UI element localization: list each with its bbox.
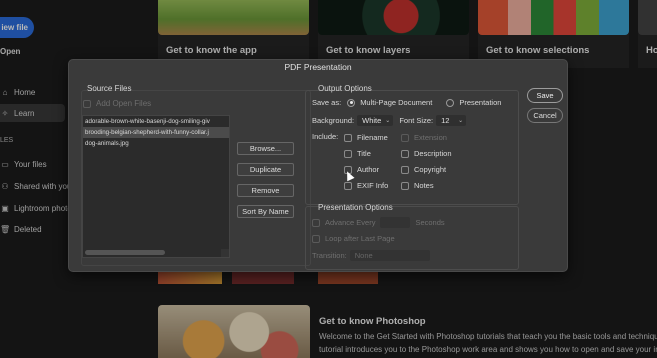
sort-by-name-button[interactable]: Sort By Name — [237, 205, 294, 218]
cancel-button[interactable]: Cancel — [527, 108, 563, 123]
add-open-files-checkbox[interactable]: Add Open Files — [83, 99, 151, 108]
exif-info-checkbox[interactable]: EXIF Info — [344, 181, 388, 190]
copyright-checkbox[interactable]: Copyright — [401, 165, 446, 174]
horizontal-scrollbar[interactable] — [85, 250, 165, 255]
list-item[interactable]: brooding-belgian-shepherd-with-funny-col… — [83, 127, 229, 138]
background-select[interactable]: White ⌄ — [357, 115, 394, 126]
advance-every-label: Advance Every — [325, 218, 376, 227]
filename-label: Filename — [357, 133, 388, 142]
browse-button[interactable]: Browse... — [237, 142, 294, 155]
source-files-label: Source Files — [87, 84, 132, 93]
checkbox-box — [312, 218, 320, 227]
checkbox-box — [401, 181, 409, 190]
font-size-label: Font Size: — [399, 116, 434, 125]
checkbox-box — [83, 99, 91, 108]
description-checkbox[interactable]: Description — [401, 149, 452, 158]
save-as-row: Save as: Multi-Page Document Presentatio… — [312, 98, 501, 107]
source-file-list[interactable]: adorable-brown-white-basenji-dog-smiling… — [82, 115, 230, 258]
author-label: Author — [357, 165, 380, 174]
advance-every-checkbox[interactable]: Advance Every Seconds — [312, 217, 445, 228]
checkbox-box — [344, 149, 352, 158]
list-item[interactable]: adorable-brown-white-basenji-dog-smiling… — [83, 116, 229, 127]
pdf-presentation-dialog: PDF Presentation Source Files Add Open F… — [68, 59, 568, 272]
save-as-label: Save as: — [312, 98, 342, 107]
dialog-title: PDF Presentation — [284, 62, 352, 72]
copyright-label: Copyright — [414, 165, 447, 174]
duplicate-button[interactable]: Duplicate — [237, 163, 294, 176]
transition-label: Transition: — [312, 251, 347, 260]
transition-select[interactable]: None — [349, 250, 430, 261]
save-button[interactable]: Save — [527, 88, 563, 103]
chevron-updown-icon: ⌄ — [458, 118, 464, 124]
filename-checkbox[interactable]: Filename — [344, 133, 388, 142]
loop-label: Loop after Last Page — [325, 234, 395, 243]
checkbox-box — [401, 165, 409, 174]
font-size-select[interactable]: 12 ⌄ — [436, 115, 467, 126]
scroll-corner — [221, 249, 229, 257]
checkbox-box — [401, 133, 409, 142]
notes-label: Notes — [414, 181, 434, 190]
checkbox-box — [312, 234, 320, 243]
output-options-label: Output Options — [318, 84, 372, 93]
notes-checkbox[interactable]: Notes — [401, 181, 434, 190]
description-label: Description — [414, 149, 452, 158]
title-checkbox[interactable]: Title — [344, 149, 371, 158]
background-row: Background: White ⌄ Font Size: 12 ⌄ — [312, 115, 467, 126]
background-label: Background: — [312, 116, 355, 125]
presentation-options-label: Presentation Options — [318, 203, 393, 212]
advance-seconds-input[interactable] — [380, 217, 411, 228]
remove-button[interactable]: Remove — [237, 184, 294, 197]
checkbox-box — [401, 149, 409, 158]
transition-row: Transition: None — [312, 250, 430, 261]
multi-page-radio[interactable] — [347, 98, 356, 107]
include-label: Include: — [312, 132, 339, 141]
title-label: Title — [357, 149, 371, 158]
seconds-label: Seconds — [415, 218, 445, 227]
exif-info-label: EXIF Info — [357, 181, 389, 190]
add-open-files-label: Add Open Files — [96, 99, 152, 108]
list-item[interactable]: dog-animals.jpg — [83, 138, 229, 149]
checkbox-box — [344, 181, 352, 190]
multi-page-label[interactable]: Multi-Page Document — [360, 98, 432, 107]
extension-checkbox[interactable]: Extension — [401, 133, 447, 142]
extension-label: Extension — [414, 133, 447, 142]
loop-checkbox[interactable]: Loop after Last Page — [312, 234, 395, 243]
chevron-updown-icon: ⌄ — [385, 118, 391, 124]
checkbox-box — [344, 133, 352, 142]
presentation-label[interactable]: Presentation — [459, 98, 501, 107]
presentation-radio[interactable] — [446, 98, 455, 107]
